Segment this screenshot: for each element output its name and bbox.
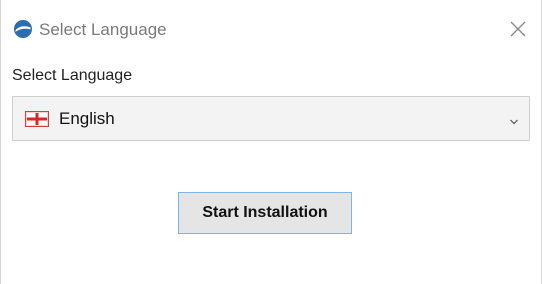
start-installation-button[interactable]: Start Installation [178, 192, 352, 234]
selected-language: English [59, 109, 115, 128]
installer-window: Select Language Select Language English … [0, 0, 542, 284]
close-icon [503, 21, 533, 48]
flag-icon [25, 111, 49, 127]
language-label: Select Language [12, 67, 133, 84]
dialog-content: Select Language English Start Installati… [1, 54, 541, 284]
window-title: Select Language [39, 20, 167, 39]
language-select[interactable]: English [12, 96, 530, 141]
close-button[interactable] [503, 14, 533, 44]
chevron-down-icon [509, 114, 519, 125]
app-logo-icon [13, 19, 33, 39]
title-bar[interactable]: Select Language [1, 0, 541, 54]
